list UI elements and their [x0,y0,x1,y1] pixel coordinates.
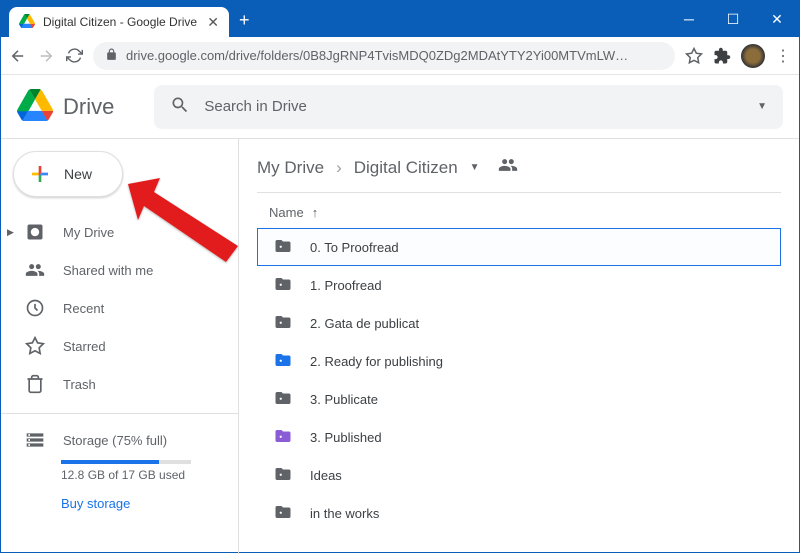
sidebar-divider [1,413,238,414]
file-name: 3. Published [310,430,382,445]
folder-icon [272,313,294,334]
file-row[interactable]: 2. Ready for publishing [257,342,781,380]
extensions-icon[interactable] [713,47,731,65]
forward-icon[interactable] [37,47,55,65]
file-name: 1. Proofread [310,278,382,293]
drive-logo-icon[interactable] [17,89,53,125]
search-options-icon[interactable]: ▼ [757,101,767,112]
file-row[interactable]: in the works [257,494,781,532]
buy-storage-link[interactable]: Buy storage [61,496,214,511]
tab-title: Digital Citizen - Google Drive [43,15,199,29]
file-name: 0. To Proofread [310,240,399,255]
folder-icon [272,275,294,296]
sidebar-item-label: Shared with me [63,263,153,278]
file-name: in the works [310,506,379,521]
url-field[interactable]: drive.google.com/drive/folders/0B8JgRNP4… [93,42,675,70]
file-row[interactable]: 1. Proofread [257,266,781,304]
starred-icon [25,336,45,356]
window-maximize-icon[interactable]: ☐ [711,1,755,37]
sidebar-item-starred[interactable]: Starred [1,327,238,365]
folder-icon [272,237,294,258]
profile-avatar[interactable] [741,44,765,68]
sidebar-item-label: Trash [63,377,96,392]
app-name: Drive [63,94,114,120]
storage-fill [61,460,159,464]
mydrive-icon [25,222,45,242]
folder-icon [272,465,294,486]
file-row[interactable]: 3. Publicate [257,380,781,418]
sidebar-item-recent[interactable]: Recent [1,289,238,327]
back-icon[interactable] [9,47,27,65]
window-close-icon[interactable]: ✕ [755,1,799,37]
search-input[interactable]: Search in Drive ▼ [154,85,783,129]
sidebar: New ▶ My Drive Shared with me Recent Starred… [1,139,239,554]
file-name: 2. Gata de publicat [310,316,419,331]
shared-folder-icon[interactable] [498,155,518,180]
file-row[interactable]: 2. Gata de publicat [257,304,781,342]
plus-icon [28,162,52,186]
file-name: 3. Publicate [310,392,378,407]
app-header: Drive Search in Drive ▼ [1,75,799,139]
reload-icon[interactable] [65,47,83,65]
folder-icon [272,427,294,448]
file-name: 2. Ready for publishing [310,354,443,369]
folder-icon [272,351,294,372]
trash-icon [25,374,45,394]
sidebar-item-label: Starred [63,339,106,354]
recent-icon [25,298,45,318]
window-titlebar: Digital Citizen - Google Drive ✕ + ─ ☐ ✕ [1,1,799,37]
storage-label: Storage (75% full) [63,433,167,448]
new-button[interactable]: New [13,151,123,197]
sidebar-item-label: Recent [63,301,104,316]
sort-asc-icon: ↑ [312,205,319,220]
folder-icon [272,389,294,410]
sidebar-item-trash[interactable]: Trash [1,365,238,403]
storage-row[interactable]: Storage (75% full) [25,430,214,450]
sidebar-item-label: My Drive [63,225,114,240]
tab-close-icon[interactable]: ✕ [207,14,219,31]
search-icon [170,95,190,119]
browser-menu-icon[interactable]: ⋮ [775,46,791,66]
drive-favicon [19,14,35,30]
lock-icon [105,48,118,64]
chevron-down-icon[interactable]: ▼ [470,162,480,173]
breadcrumb-current[interactable]: Digital Citizen [354,158,458,178]
folder-icon [272,503,294,524]
sidebar-item-mydrive[interactable]: ▶ My Drive [1,213,238,251]
browser-tab[interactable]: Digital Citizen - Google Drive ✕ [9,7,229,37]
breadcrumb: My Drive › Digital Citizen ▼ [257,151,781,193]
search-placeholder: Search in Drive [204,98,307,115]
sidebar-item-shared[interactable]: Shared with me [1,251,238,289]
address-bar: drive.google.com/drive/folders/0B8JgRNP4… [1,37,799,75]
storage-used-text: 12.8 GB of 17 GB used [61,468,214,482]
column-header-name[interactable]: Name ↑ [257,193,781,228]
file-row[interactable]: 3. Published [257,418,781,456]
expand-icon[interactable]: ▶ [7,227,14,238]
file-name: Ideas [310,468,342,483]
main-content: My Drive › Digital Citizen ▼ Name ↑ 0. T… [239,139,799,554]
window-minimize-icon[interactable]: ─ [667,1,711,37]
column-name-label: Name [269,205,304,220]
shared-icon [25,260,45,280]
url-text: drive.google.com/drive/folders/0B8JgRNP4… [126,48,628,63]
file-row[interactable]: Ideas [257,456,781,494]
storage-bar [61,460,191,464]
new-button-label: New [64,166,92,182]
storage-icon [25,430,45,450]
file-row[interactable]: 0. To Proofread [257,228,781,266]
chevron-right-icon: › [336,158,342,178]
star-icon[interactable] [685,47,703,65]
new-tab-button[interactable]: + [239,10,250,31]
breadcrumb-root[interactable]: My Drive [257,158,324,178]
